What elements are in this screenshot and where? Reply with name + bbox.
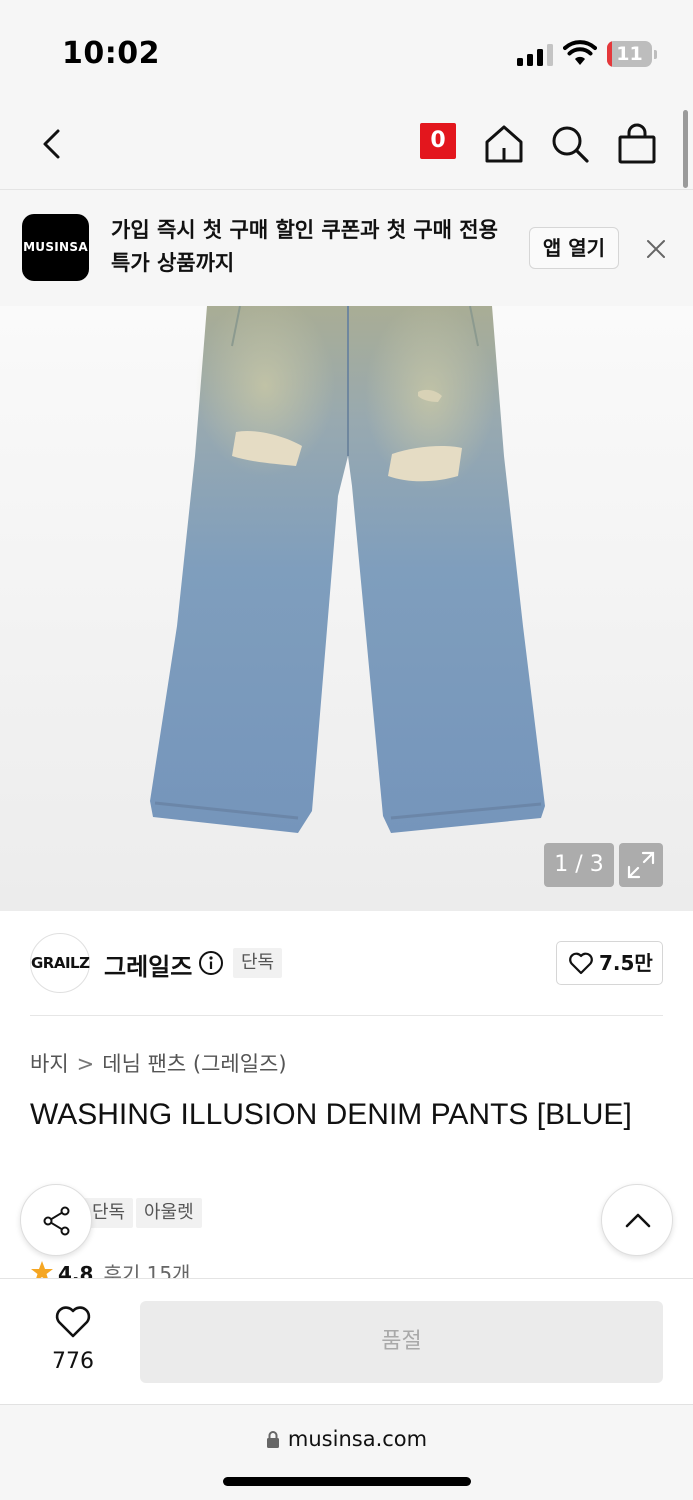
heart-icon	[569, 952, 593, 975]
heart-icon	[55, 1306, 91, 1338]
scroll-top-button[interactable]	[601, 1184, 673, 1256]
lock-icon	[266, 1431, 279, 1448]
breadcrumb: 바지 > 데님 팬츠 (그레일즈)	[30, 1048, 287, 1078]
product-like-count: 776	[52, 1349, 94, 1374]
url-text: musinsa.com	[287, 1427, 428, 1451]
exclusive-tag: 단독	[233, 948, 283, 978]
sold-out-button[interactable]: 품절	[140, 1301, 663, 1383]
musinsa-logo: MUSINSA	[22, 214, 89, 281]
chevron-up-icon	[625, 1213, 651, 1228]
search-icon[interactable]	[548, 122, 592, 166]
brand-like-button[interactable]: 7.5만	[556, 941, 663, 985]
close-icon[interactable]	[643, 236, 669, 262]
wifi-icon	[563, 40, 597, 65]
brand-logo[interactable]: GRAILZ	[30, 933, 90, 993]
home-indicator[interactable]	[223, 1477, 471, 1486]
share-icon	[43, 1206, 70, 1236]
cellular-signal-icon	[517, 44, 553, 66]
battery-icon: 11	[607, 41, 657, 67]
image-counter: 1 / 3	[544, 843, 614, 887]
product-image-gallery[interactable]: 1 / 3	[0, 306, 693, 911]
product-title: WASHING ILLUSION DENIM PANTS [BLUE]	[30, 1098, 632, 1131]
shopping-bag-icon[interactable]	[615, 122, 659, 166]
fullscreen-button[interactable]	[619, 843, 663, 887]
battery-level: 11	[616, 43, 643, 65]
status-time: 10:02	[62, 36, 160, 71]
top-nav-bar: 0	[0, 100, 693, 190]
scrollbar-thumb[interactable]	[683, 110, 688, 188]
expand-icon	[627, 851, 655, 879]
share-button[interactable]	[20, 1184, 92, 1256]
promo-text: 가입 즉시 첫 구매 할인 쿠폰과 첫 구매 전용 특가 상품까지	[111, 218, 498, 275]
home-icon[interactable]	[482, 122, 526, 166]
open-app-button[interactable]: 앱 열기	[529, 227, 619, 269]
breadcrumb-separator: >	[76, 1052, 95, 1076]
breadcrumb-subcategory[interactable]: 데님 팬츠 (그레일즈)	[102, 1052, 286, 1076]
status-bar: 10:02 11	[0, 0, 693, 100]
divider	[30, 1015, 663, 1016]
app-promo-banner: MUSINSA 가입 즉시 첫 구매 할인 쿠폰과 첫 구매 전용 특가 상품까…	[0, 190, 693, 306]
url-field[interactable]: musinsa.com	[0, 1427, 693, 1451]
brand-name[interactable]: 그레일즈	[104, 947, 192, 982]
cart-count-badge[interactable]: 0	[420, 123, 456, 159]
browser-address-bar: musinsa.com	[0, 1404, 693, 1500]
breadcrumb-category[interactable]: 바지	[30, 1052, 69, 1076]
info-icon[interactable]	[198, 950, 224, 976]
product-like-button[interactable]: 776	[40, 1305, 106, 1374]
brand-row: GRAILZ 그레일즈 단독 7.5만	[0, 911, 693, 1016]
denim-pants-image	[150, 306, 545, 833]
back-arrow-icon[interactable]	[30, 122, 74, 166]
product-tag-outlet: 아울렛	[136, 1198, 202, 1228]
bottom-action-bar: 776 품절	[0, 1278, 693, 1404]
brand-like-count: 7.5만	[599, 951, 653, 975]
